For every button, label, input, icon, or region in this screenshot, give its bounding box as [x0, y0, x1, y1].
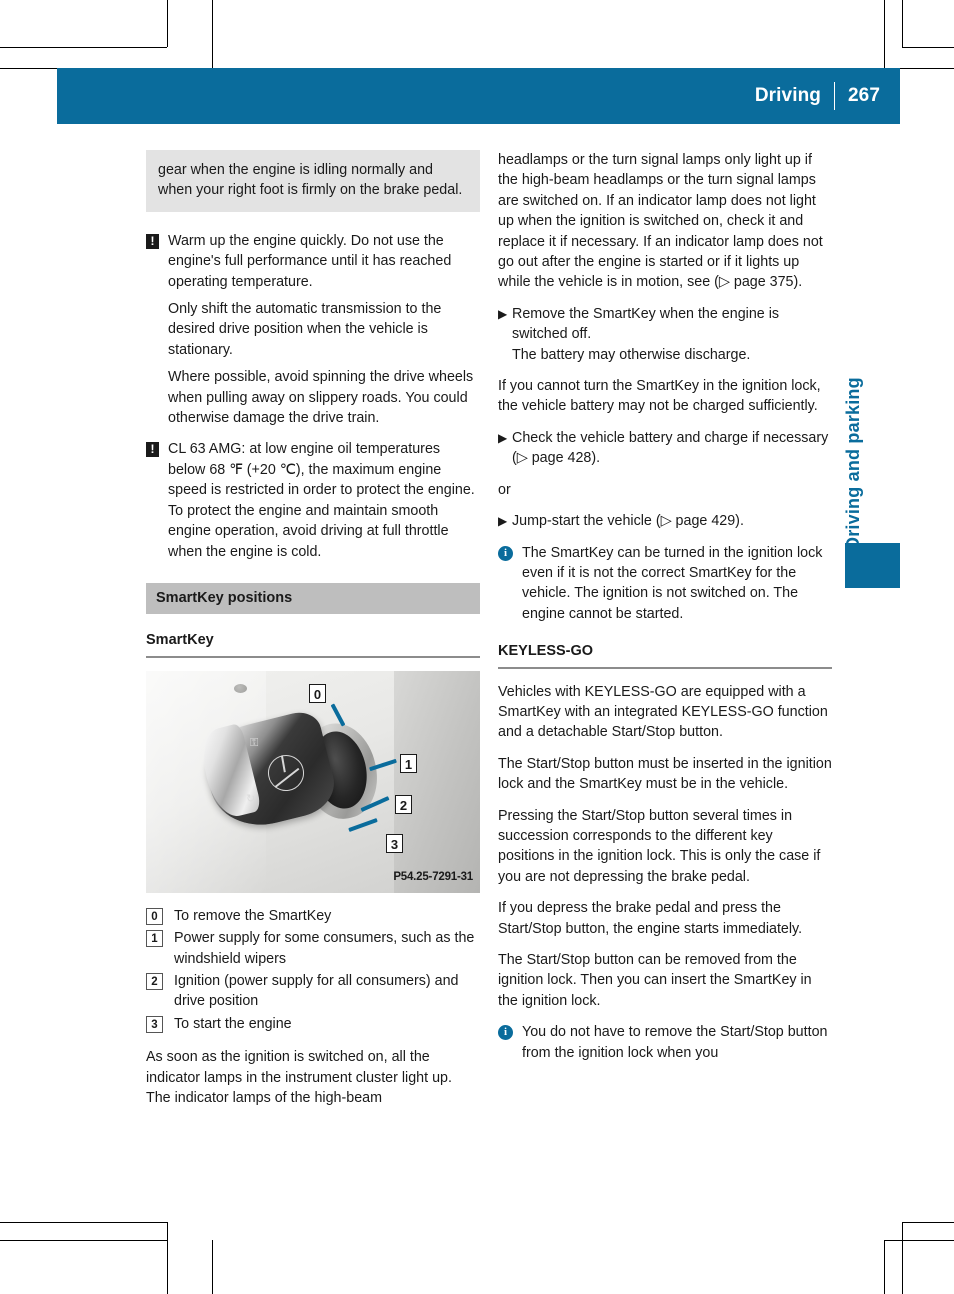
crop-mark-top-right-v: [902, 0, 903, 47]
keyless-go-rule: [498, 666, 832, 669]
crop-mark-bottom-right-v: [902, 1222, 903, 1294]
or-label: or: [498, 481, 511, 498]
crop-mark-top-right-h: [902, 47, 954, 48]
continued-note-box: gear when the engine is idling normally …: [146, 150, 480, 212]
crop-mark-bottom-right-v2: [884, 1240, 885, 1294]
info-icon: i: [498, 545, 513, 561]
crop-mark-top-left-h: [0, 47, 167, 48]
figure-callout-2: 2: [395, 794, 412, 814]
info-block-1: i The SmartKey can be turned in the igni…: [498, 543, 832, 625]
keyless-paragraph-4: If you depress the brake pedal and press…: [498, 900, 803, 937]
warning-2-paragraph-1: CL 63 AMG: at low engine oil temperature…: [168, 441, 475, 560]
action-arrow-icon: ▶: [498, 514, 508, 529]
legend-item: 0 To remove the SmartKey: [146, 906, 480, 926]
section-heading: SmartKey positions: [146, 582, 480, 615]
right-column: headlamps or the turn signal lamps only …: [498, 150, 832, 1074]
left-column: gear when the engine is idling normally …: [146, 150, 480, 1119]
warning-1-paragraph-2: Only shift the automatic transmission to…: [168, 301, 442, 358]
smartkey-arrow-icon: ↻: [246, 792, 256, 805]
crop-mark-top-right-v2: [884, 0, 885, 68]
page-title: Driving: [754, 85, 821, 106]
warning-icon: !: [146, 442, 159, 458]
keyless-paragraph-2: The Start/Stop button must be inserted i…: [498, 755, 832, 793]
action-step-3: ▶ Jump-start the vehicle (▷ page 429).: [498, 511, 832, 531]
continued-paragraph: headlamps or the turn signal lamps only …: [498, 152, 823, 291]
warning-block-2: ! CL 63 AMG: at low engine oil temperatu…: [146, 439, 480, 561]
warning-block-2-body: CL 63 AMG: at low engine oil temperature…: [168, 439, 480, 561]
legend-label: Ignition (power supply for all consumers…: [174, 972, 459, 1010]
info-block-2: i You do not have to remove the Start/St…: [498, 1022, 832, 1063]
keyless-go-heading: KEYLESS-GO: [498, 643, 594, 660]
action-step-1: ▶ Remove the SmartKey when the engine is…: [498, 304, 832, 365]
action-2-line-1: Check the vehicle battery and charge if …: [512, 429, 829, 467]
keyless-paragraph-3: Pressing the Start/Stop button several t…: [498, 807, 821, 885]
page-header: Driving 267: [755, 68, 900, 124]
info-1-text: The SmartKey can be turned in the igniti…: [522, 544, 823, 622]
warning-block-1: ! Warm up the engine quickly. Do not use…: [146, 231, 480, 429]
legend-number: 3: [146, 1015, 163, 1033]
figure-callout-0: 0: [309, 683, 326, 703]
info-icon: i: [498, 1025, 513, 1041]
crop-mark-bottom-right-h: [902, 1222, 954, 1223]
action-1-line-1: Remove the SmartKey when the engine is s…: [512, 305, 780, 343]
crop-mark-bottom-left-h: [0, 1222, 167, 1223]
crop-mark-bottom-right-h2: [884, 1240, 954, 1241]
figure-callout-1: 1: [400, 753, 417, 773]
left-closing-paragraph: As soon as the ignition is switched on, …: [146, 1049, 452, 1106]
crop-mark-bottom-left-v2: [212, 1240, 213, 1294]
smartkey-ignition-figure: ⚿ ↻ 0 1 2 3 P54.25-7291-31: [146, 670, 480, 893]
action-step-2-body: Check the vehicle battery and charge if …: [512, 428, 832, 469]
crop-mark-top-left-v: [167, 0, 168, 47]
warning-1-paragraph-1: Warm up the engine quickly. Do not use t…: [168, 232, 452, 290]
action-step-1-body: Remove the SmartKey when the engine is s…: [512, 304, 832, 365]
chapter-side-tab: Driving and parking: [843, 377, 863, 550]
action-arrow-icon: ▶: [498, 306, 508, 321]
legend-number: 2: [146, 972, 163, 990]
info-block-2-body: You do not have to remove the Start/Stop…: [522, 1022, 832, 1063]
action-1-line-2: The battery may otherwise discharge.: [512, 346, 751, 363]
crop-mark-bottom-left-h2: [0, 1240, 167, 1241]
legend-label: To start the engine: [174, 1015, 292, 1032]
action-step-2: ▶ Check the vehicle battery and charge i…: [498, 428, 832, 469]
battery-paragraph: If you cannot turn the SmartKey in the i…: [498, 378, 821, 415]
figure-caption: P54.25-7291-31: [393, 871, 473, 884]
page-header-band: Driving 267: [57, 68, 900, 124]
crop-mark-bottom-left-v: [167, 1222, 168, 1294]
crop-mark-top-left-v2: [212, 0, 213, 68]
action-arrow-icon: ▶: [498, 430, 508, 445]
warning-block-1-body: Warm up the engine quickly. Do not use t…: [168, 231, 480, 429]
legend-label: Power supply for some consumers, such as…: [174, 930, 475, 967]
legend-label: To remove the SmartKey: [174, 907, 332, 924]
figure-callout-3: 3: [386, 833, 403, 853]
leader-line-3: [348, 817, 378, 832]
legend-item: 1 Power supply for some consumers, such …: [146, 928, 480, 969]
smartkey-lock-icon: ⚿: [250, 736, 259, 749]
info-2-text: You do not have to remove the Start/Stop…: [522, 1024, 828, 1061]
action-3-line-1: Jump-start the vehicle (▷ page 429).: [512, 513, 744, 530]
legend-number: 0: [146, 907, 163, 925]
legend-item: 2 Ignition (power supply for all consume…: [146, 971, 480, 1012]
heading-rule: [146, 655, 480, 658]
warning-icon: !: [146, 233, 159, 249]
keyless-paragraph-1: Vehicles with KEYLESS-GO are equipped wi…: [498, 683, 828, 741]
action-step-3-body: Jump-start the vehicle (▷ page 429).: [512, 511, 832, 531]
keyless-paragraph-5: The Start/Stop button can be removed fro…: [498, 952, 812, 1009]
legend-item: 3 To start the engine: [146, 1014, 480, 1034]
warning-1-paragraph-3: Where possible, avoid spinning the drive…: [168, 369, 474, 427]
figure-dashboard-panel: [394, 670, 480, 893]
info-block-1-body: The SmartKey can be turned in the igniti…: [522, 543, 832, 625]
chapter-thumb-marker: [845, 543, 900, 588]
figure-panel-dimple: [234, 683, 247, 693]
sub-heading: SmartKey: [146, 632, 214, 649]
legend-number: 1: [146, 930, 163, 948]
page-number: 267: [847, 85, 880, 106]
